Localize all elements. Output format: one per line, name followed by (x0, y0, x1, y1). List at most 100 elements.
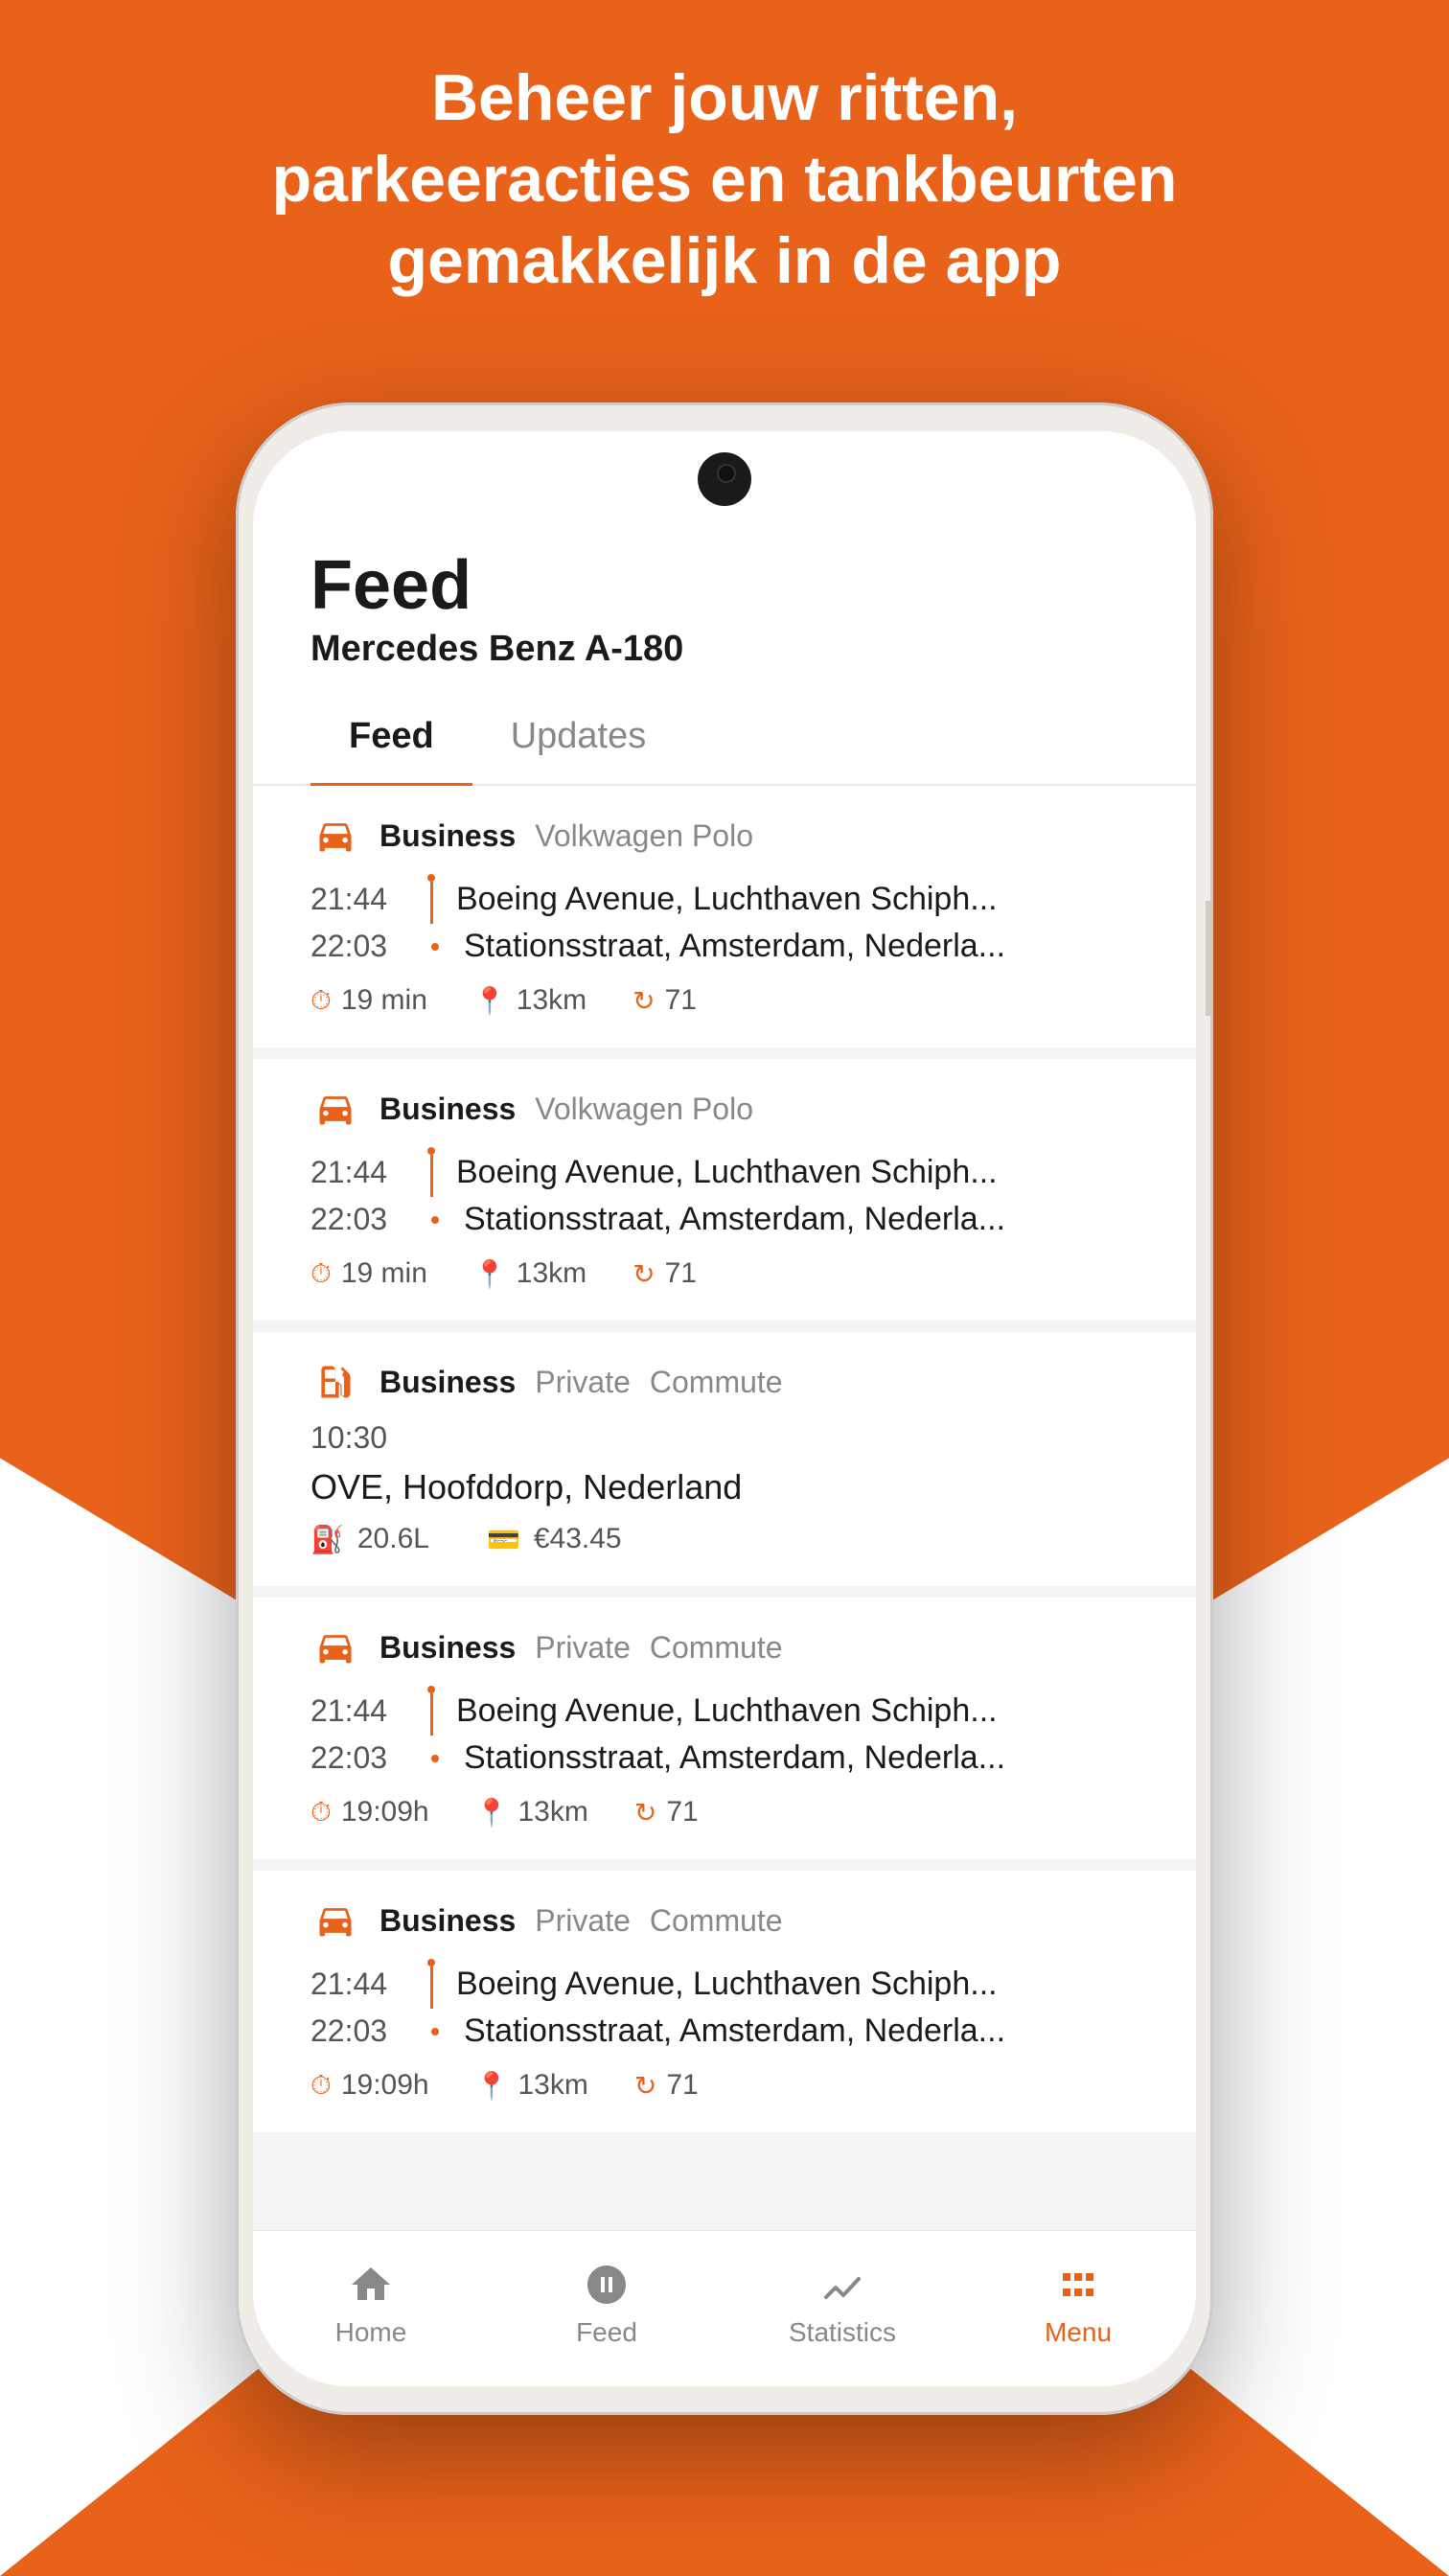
route-to-4: 22:03 Stationsstraat, Amsterdam, Nederla… (310, 1739, 1138, 1777)
distance-value-1: 13km (517, 984, 586, 1017)
fuel-location: OVE, Hoofddorp, Nederland (310, 1467, 1138, 1507)
pin-icon-2: 📍 (473, 1258, 507, 1290)
tab-updates[interactable]: Updates (472, 689, 685, 784)
to-address-1: Stationsstraat, Amsterdam, Nederla... (464, 928, 1138, 965)
distance-stat-1: 📍 13km (473, 984, 586, 1017)
menu-icon (1053, 2260, 1103, 2310)
car-icon-4 (310, 1628, 360, 1667)
route-from-5: 21:44 Boeing Avenue, Luchthaven Schiph..… (310, 1959, 1138, 2009)
feed-item-trip-2[interactable]: Business Volkwagen Polo 21:44 Boeing Ave… (253, 1059, 1196, 1321)
duration-stat-1: ⏱ 19 min (310, 984, 427, 1017)
tag-business-2: Business (380, 1092, 516, 1127)
pin-icon-4: 📍 (475, 1797, 509, 1828)
nav-feed-label: Feed (576, 2317, 637, 2348)
score-icon-2: ↻ (632, 1258, 655, 1290)
to-address-2: Stationsstraat, Amsterdam, Nederla... (464, 1201, 1138, 1238)
clock-icon-4: ⏱ (310, 1797, 332, 1828)
score-stat-1: ↻ 71 (632, 984, 697, 1017)
statistics-icon (817, 2260, 867, 2310)
stats-row-4: ⏱ 19:09h 📍 13km ↻ 71 (310, 1796, 1138, 1828)
route-from-4: 21:44 Boeing Avenue, Luchthaven Schiph..… (310, 1686, 1138, 1736)
fuel-time: 10:30 (310, 1420, 1138, 1456)
to-address-4: Stationsstraat, Amsterdam, Nederla... (464, 1739, 1138, 1777)
from-time-5: 21:44 (310, 1966, 406, 2002)
score-value-1: 71 (665, 984, 697, 1017)
tag-business-5: Business (380, 1903, 516, 1939)
stats-row-1: ⏱ 19 min 📍 13km ↻ 71 (310, 984, 1138, 1017)
route-block-2: 21:44 Boeing Avenue, Luchthaven Schiph..… (310, 1147, 1138, 1238)
camera (698, 452, 751, 506)
from-address-2: Boeing Avenue, Luchthaven Schiph... (456, 1154, 1138, 1191)
duration-value-1: 19 min (341, 984, 427, 1017)
distance-stat-2: 📍 13km (473, 1257, 586, 1290)
duration-value-5: 19:09h (341, 2069, 429, 2102)
route-block-1: 21:44 Boeing Avenue, Luchthaven Schiph..… (310, 874, 1138, 965)
tag-business-1: Business (380, 818, 516, 854)
to-address-5: Stationsstraat, Amsterdam, Nederla... (464, 2012, 1138, 2050)
to-time-5: 22:03 (310, 2013, 406, 2049)
tag-vehicle-1: Volkwagen Polo (535, 818, 753, 854)
to-time-4: 22:03 (310, 1740, 406, 1776)
fuel-header: Business Private Commute (310, 1363, 1138, 1401)
feed-icon (582, 2260, 632, 2310)
distance-value-5: 13km (518, 2069, 587, 2102)
fuel-tag-business: Business (380, 1365, 516, 1400)
feed-item-trip-1[interactable]: Business Volkwagen Polo 21:44 Boeing Ave… (253, 786, 1196, 1047)
distance-value-4: 13km (518, 1796, 587, 1828)
clock-icon-2: ⏱ (310, 1258, 332, 1290)
tab-bar: Feed Updates (253, 689, 1196, 786)
feed-item-trip-5[interactable]: Business Private Commute 21:44 Boeing Av… (253, 1871, 1196, 2132)
nav-menu-label: Menu (1045, 2317, 1112, 2348)
duration-value-2: 19 min (341, 1257, 427, 1290)
app-title: Feed (310, 546, 1138, 625)
phone-frame: Feed Mercedes Benz A-180 Feed Updates (236, 402, 1213, 2415)
bottom-nav: Home Feed Statisti (253, 2230, 1196, 2386)
score-icon-4: ↻ (634, 1797, 656, 1828)
fuel-tag-private: Private (535, 1365, 631, 1400)
fuel-icon (310, 1363, 360, 1401)
route-to-1: 22:03 Stationsstraat, Amsterdam, Nederla… (310, 928, 1138, 965)
screen-content: Feed Mercedes Benz A-180 Feed Updates (253, 431, 1196, 2386)
to-time-2: 22:03 (310, 1202, 406, 1237)
tag-business-4: Business (380, 1630, 516, 1666)
score-stat-4: ↻ 71 (634, 1796, 699, 1828)
car-icon-2 (310, 1090, 360, 1128)
nav-feed[interactable]: Feed (489, 2250, 724, 2358)
from-time-2: 21:44 (310, 1155, 406, 1190)
from-time-4: 21:44 (310, 1693, 406, 1729)
tag-private-4: Private (535, 1630, 631, 1666)
nav-statistics[interactable]: Statistics (724, 2250, 960, 2358)
feed-item-trip-4[interactable]: Business Private Commute 21:44 Boeing Av… (253, 1598, 1196, 1859)
score-value-4: 71 (666, 1796, 698, 1828)
from-address-5: Boeing Avenue, Luchthaven Schiph... (456, 1966, 1138, 2003)
stats-row-5: ⏱ 19:09h 📍 13km ↻ 71 (310, 2069, 1138, 2102)
feed-item-header-1: Business Volkwagen Polo (310, 816, 1138, 855)
feed-item-fuel[interactable]: Business Private Commute 10:30 OVE, Hoof… (253, 1332, 1196, 1586)
route-to-2: 22:03 Stationsstraat, Amsterdam, Nederla… (310, 1201, 1138, 1238)
fuel-cost: 💳 €43.45 (487, 1523, 622, 1555)
home-icon (346, 2260, 396, 2310)
fuel-pump-icon: ⛽ (310, 1524, 344, 1555)
route-block-5: 21:44 Boeing Avenue, Luchthaven Schiph..… (310, 1959, 1138, 2050)
tab-feed[interactable]: Feed (310, 689, 472, 784)
route-to-5: 22:03 Stationsstraat, Amsterdam, Nederla… (310, 2012, 1138, 2050)
tag-vehicle-2: Volkwagen Polo (535, 1092, 753, 1127)
pin-icon-1: 📍 (473, 985, 507, 1017)
nav-home[interactable]: Home (253, 2250, 489, 2358)
fuel-tag-commute: Commute (650, 1365, 783, 1400)
from-time-1: 21:44 (310, 882, 406, 917)
score-icon-5: ↻ (634, 2070, 656, 2102)
feed-list: Business Volkwagen Polo 21:44 Boeing Ave… (253, 786, 1196, 2230)
nav-menu[interactable]: Menu (960, 2250, 1196, 2358)
feed-item-header-5: Business Private Commute (310, 1901, 1138, 1940)
route-from-2: 21:44 Boeing Avenue, Luchthaven Schiph..… (310, 1147, 1138, 1197)
clock-icon-1: ⏱ (310, 985, 332, 1017)
score-value-2: 71 (665, 1257, 697, 1290)
phone-screen: Feed Mercedes Benz A-180 Feed Updates (253, 431, 1196, 2386)
tag-private-5: Private (535, 1903, 631, 1939)
duration-stat-4: ⏱ 19:09h (310, 1796, 429, 1828)
route-block-4: 21:44 Boeing Avenue, Luchthaven Schiph..… (310, 1686, 1138, 1777)
duration-stat-5: ⏱ 19:09h (310, 2069, 429, 2102)
nav-home-label: Home (335, 2317, 407, 2348)
volume-button (1206, 901, 1213, 1016)
